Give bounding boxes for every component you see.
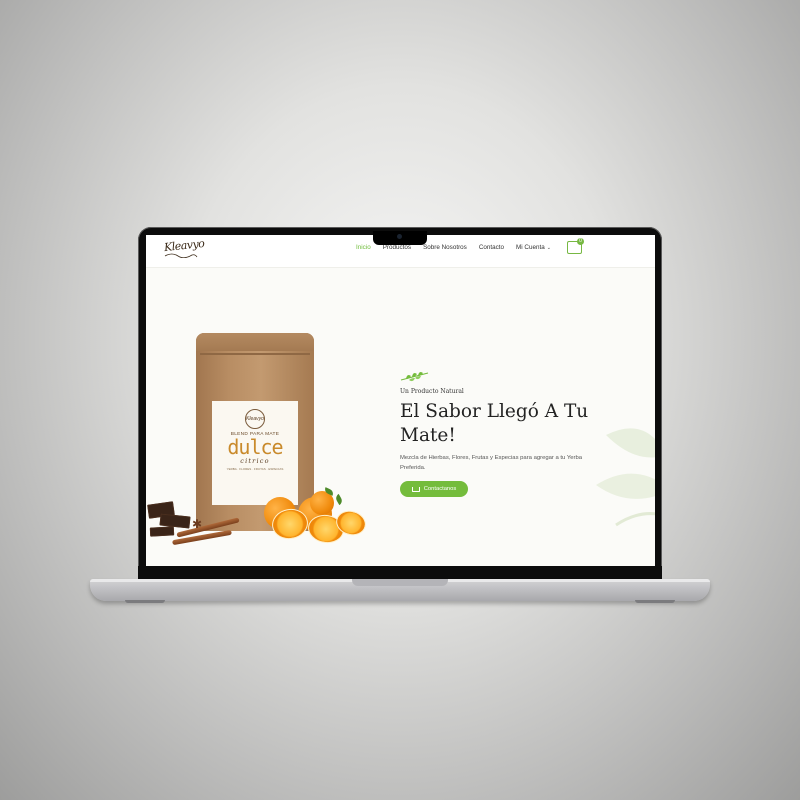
product-label-logo: Kleavyo [245,409,265,429]
product-label-name: dulce [227,435,283,459]
nav-item-mi-cuenta[interactable]: Mi Cuenta ⌄ [516,244,551,251]
main-menu: Inicio Productos Sobre Nosotros Contacto… [356,244,551,251]
laptop-foot [125,600,165,603]
chevron-down-icon: ⌄ [546,245,551,251]
screen-bottom-bezel [138,566,662,579]
hero-headline-line2: Mate! [400,425,456,446]
nav-item-mi-cuenta-label: Mi Cuenta [516,244,545,251]
product-bag-top [196,333,314,351]
product-label-note: YERBA · FLORES · FRUTAS · ESPECIAS [226,467,284,471]
website-screen: Kleavyo Inicio Productos Sobre Nosotros … [146,235,655,566]
logo-flourish-icon [164,253,198,258]
laptop-foot [635,600,675,603]
nav-item-inicio[interactable]: Inicio [356,244,371,251]
contact-button[interactable]: Contactanos [400,481,468,497]
laptop-mockup: Kleavyo Inicio Productos Sobre Nosotros … [0,0,800,800]
cart-count-badge: 0 [577,238,584,245]
hero-description: Mezcla de Hierbas, Flores, Frutas y Espe… [400,455,583,471]
hero-kicker: Un Producto Natural [400,388,464,395]
camera-icon [397,234,402,239]
laptop-thumb-cutout [352,579,448,586]
product-label: Kleavyo BLEND PARA MATE dulce citrico YE… [212,401,298,505]
leaf-branch-icon [400,372,429,382]
nav-item-contacto[interactable]: Contacto [479,244,504,251]
product-label-script: citrico [240,457,270,465]
orange-leaf [334,493,344,506]
star-anise-icon: ✱ [192,517,203,531]
nav-item-sobre-nosotros[interactable]: Sobre Nosotros [423,244,467,251]
chocolate-piece [149,526,175,537]
nav-item-productos[interactable]: Productos [383,244,411,251]
hero-headline-line1: El Sabor Llegó A Tu [400,401,589,422]
contact-button-label: Contactanos [423,486,457,492]
product-bag-zipper [200,353,310,355]
hero-headline: El Sabor Llegó A Tu Mate! [400,400,610,448]
cart-icon [411,486,420,492]
